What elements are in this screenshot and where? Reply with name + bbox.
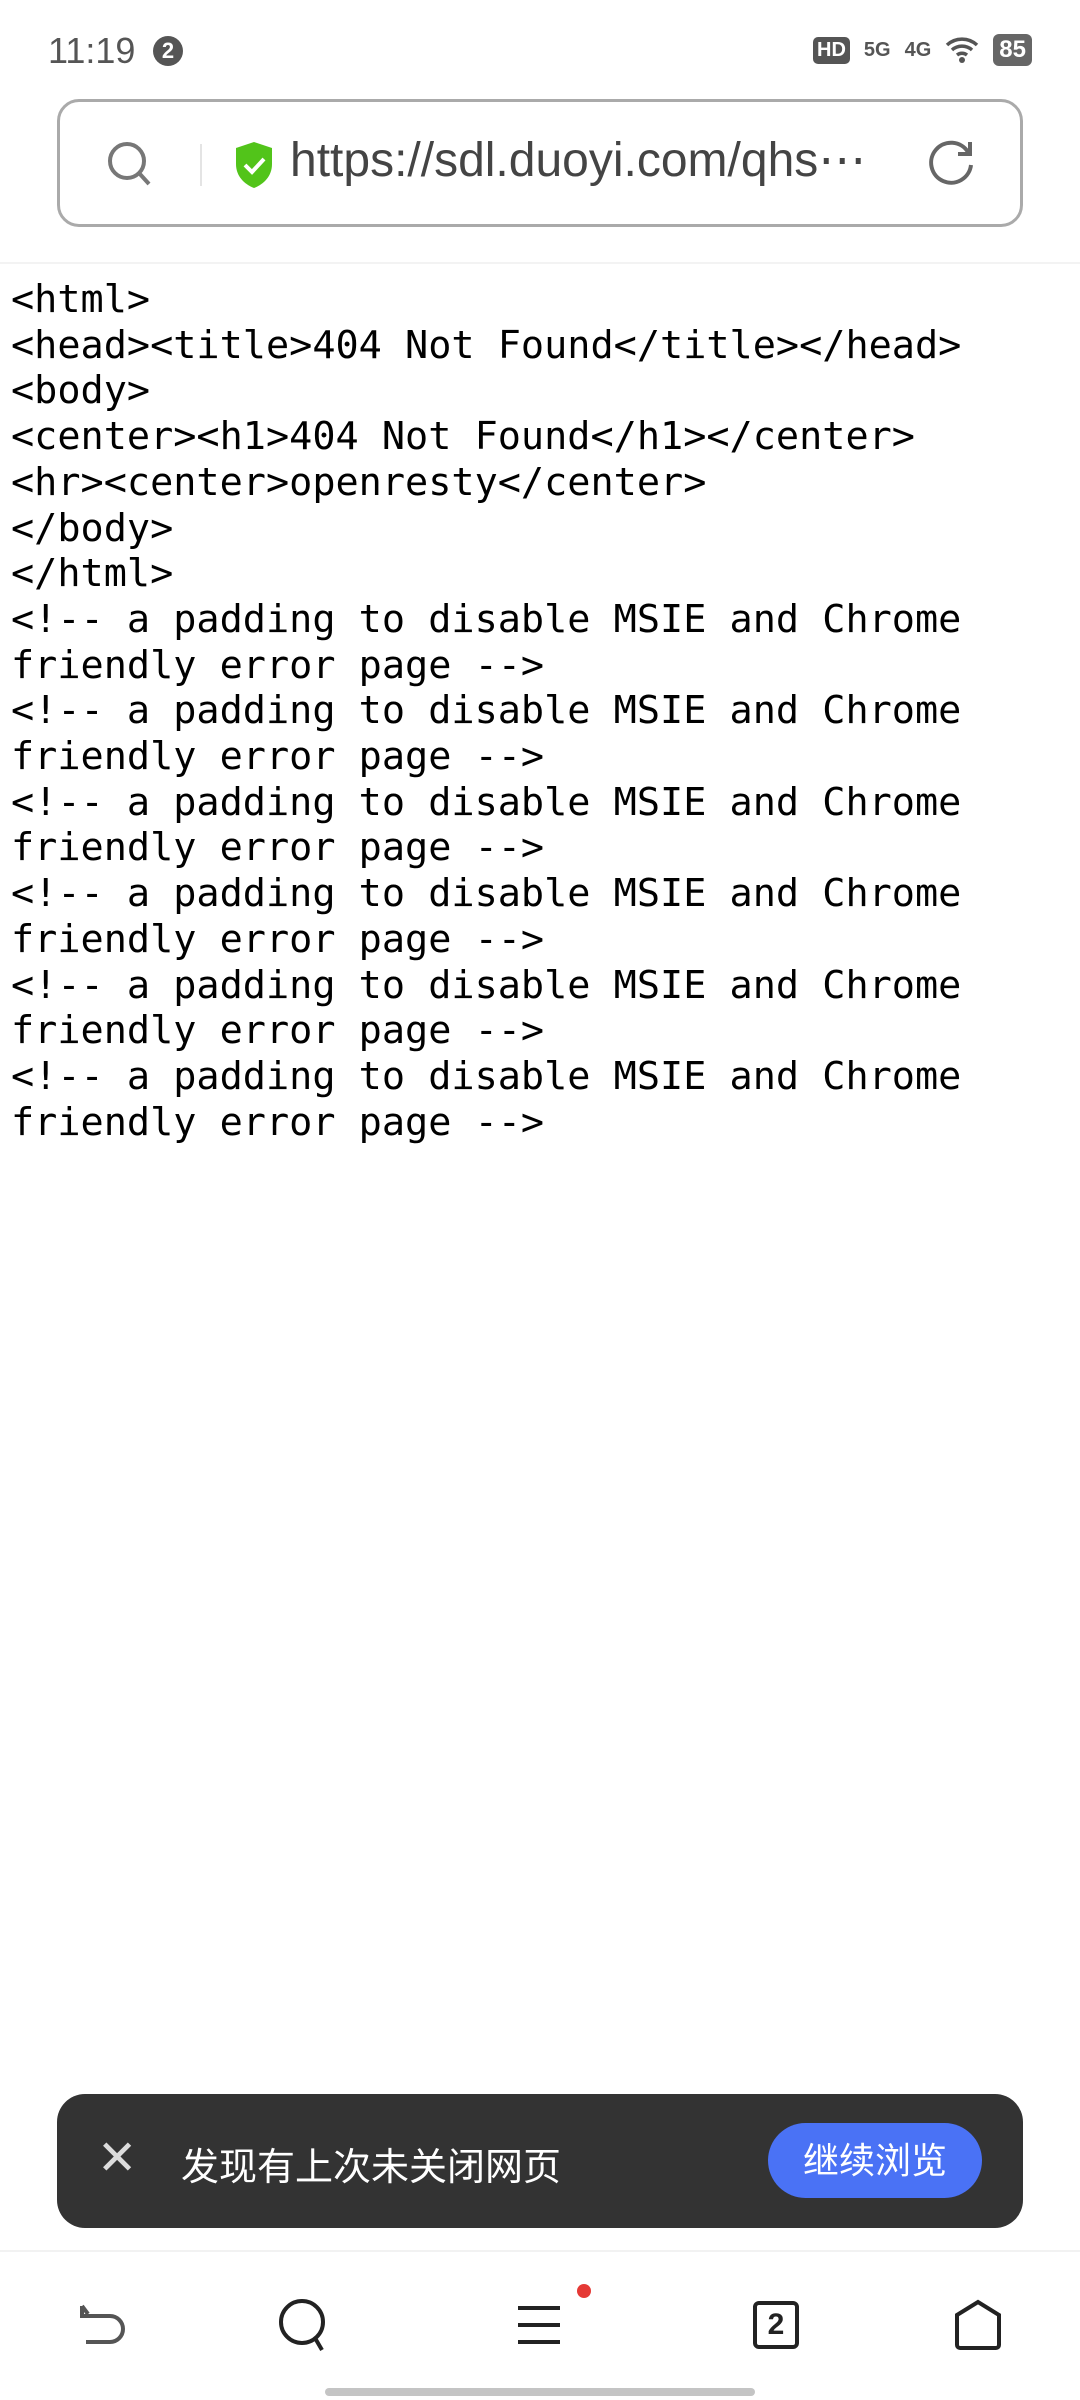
back-button[interactable]	[66, 2290, 136, 2360]
header-divider	[0, 262, 1080, 264]
menu-notification-dot	[577, 2284, 591, 2298]
tabs-icon: 2	[753, 2301, 799, 2349]
source-line: friendly error page -->	[11, 734, 545, 780]
url-text[interactable]: https://sdl.duoyi.com/qhs⋯	[290, 132, 950, 188]
menu-icon	[518, 2306, 560, 2344]
nav-divider	[0, 2250, 1080, 2252]
close-icon[interactable]: ✕	[97, 2134, 137, 2184]
source-line: <!-- a padding to disable MSIE and Chrom…	[11, 871, 962, 917]
search-icon	[279, 2299, 325, 2352]
source-line: <html>	[11, 277, 151, 322]
notification-count-badge: 2	[153, 36, 183, 66]
hd-icon: HD	[813, 36, 850, 64]
battery-icon: 85	[993, 34, 1032, 66]
signal-5g-icon: 5G	[863, 38, 891, 61]
bottom-nav: 2	[0, 2290, 1080, 2360]
signal-4g-icon: 4G	[904, 38, 932, 61]
restore-session-toast: ✕ 发现有上次未关闭网页 继续浏览	[57, 2094, 1023, 2228]
tabs-button[interactable]: 2	[741, 2290, 811, 2360]
source-line: <!-- a padding to disable MSIE and Chrom…	[11, 688, 962, 734]
status-icons: HD 5G 4G 85	[813, 34, 1032, 66]
status-time: 11:19	[48, 30, 136, 71]
tab-count: 2	[767, 2308, 785, 2341]
reload-icon[interactable]	[924, 138, 978, 192]
source-line: <head><title>404 Not Found</title></head…	[11, 322, 962, 368]
source-line: <!-- a padding to disable MSIE and Chrom…	[11, 596, 962, 642]
menu-button[interactable]	[504, 2290, 574, 2360]
source-line: <body>	[11, 368, 151, 414]
search-icon[interactable]	[104, 138, 156, 190]
address-bar[interactable]: https://sdl.duoyi.com/qhs⋯	[57, 99, 1023, 227]
continue-browsing-button[interactable]: 继续浏览	[768, 2123, 982, 2198]
source-line: <!-- a padding to disable MSIE and Chrom…	[11, 779, 962, 825]
source-line: <hr><center>openresty</center>	[11, 459, 707, 505]
source-line: friendly error page -->	[11, 916, 545, 962]
source-line: </html>	[11, 551, 174, 597]
home-indicator[interactable]	[325, 2388, 755, 2396]
source-line: friendly error page -->	[11, 1008, 545, 1054]
search-button[interactable]	[269, 2290, 339, 2360]
page-source-text: <html> <head><title>404 Not Found</title>…	[11, 277, 961, 1145]
source-line: friendly error page -->	[11, 642, 545, 688]
secure-shield-icon	[236, 142, 272, 188]
source-line: <!-- a padding to disable MSIE and Chrom…	[11, 962, 962, 1008]
divider	[200, 144, 202, 186]
source-line: <!-- a padding to disable MSIE and Chrom…	[11, 1053, 962, 1099]
status-bar: 11:19 2 HD 5G 4G 85	[0, 0, 1080, 100]
source-line: friendly error page -->	[11, 1099, 545, 1145]
home-icon	[955, 2299, 1001, 2350]
source-line: </body>	[11, 505, 174, 551]
source-line: <center><h1>404 Not Found</h1></center>	[11, 414, 915, 460]
home-button[interactable]	[943, 2290, 1013, 2360]
toast-message: 发现有上次未关闭网页	[181, 2147, 562, 2189]
wifi-icon	[946, 37, 979, 63]
back-icon	[80, 2304, 125, 2344]
source-line: friendly error page -->	[11, 825, 545, 871]
